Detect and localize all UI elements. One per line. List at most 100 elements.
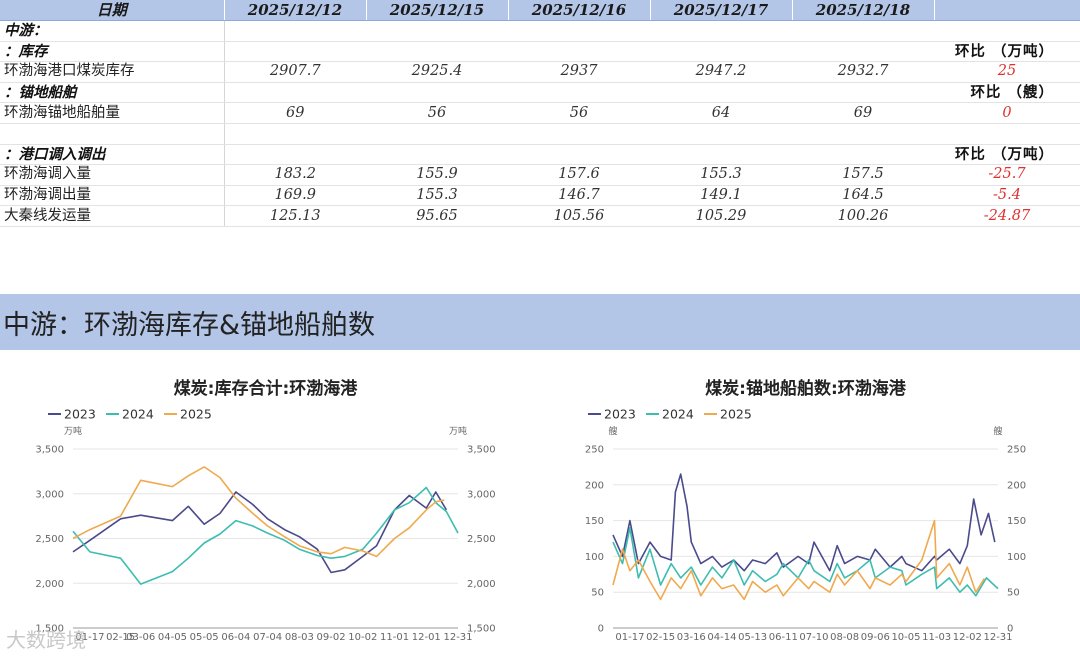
x-tick-label: 07-04 xyxy=(253,632,282,643)
table-row-section-main: 中游： xyxy=(0,20,1080,42)
x-tick-label: 12-31 xyxy=(443,632,472,643)
section-anchor-label: ：锚地船舶 xyxy=(0,82,225,104)
x-tick-label: 06-11 xyxy=(769,632,798,643)
legend-label: 2023 xyxy=(604,407,636,422)
x-tick-label: 04-05 xyxy=(158,632,187,643)
x-tick-label: 01-17 xyxy=(75,632,104,643)
y-tick-label-left: 250 xyxy=(585,445,604,456)
y-axis-unit-right: 艘 xyxy=(993,425,1002,437)
y-tick-label-left: 100 xyxy=(585,552,604,563)
x-tick-label: 12-02 xyxy=(953,632,982,643)
cell-value: 155.3 xyxy=(366,185,508,207)
x-tick-label: 08-08 xyxy=(830,632,859,643)
y-tick-label-left: 150 xyxy=(585,516,604,527)
header-date-5: 2025/12/18 xyxy=(792,0,935,21)
cell-value: 105.29 xyxy=(650,205,792,227)
series-line-2023 xyxy=(72,491,448,574)
table-row-out: 环渤海调出量 169.9 155.3 146.7 149.1 164.5 -5.… xyxy=(0,185,1080,207)
table-row-anchor: 环渤海锚地船舶量 69 56 56 64 69 0 xyxy=(0,102,1080,124)
y-tick-label-right: 3,000 xyxy=(467,489,496,500)
inventory-chart-svg: 煤炭:库存合计:环渤海港2023 2024 2025万吨 万吨1,500 1,5002,… xyxy=(35,378,496,643)
y-tick-label-right: 2,000 xyxy=(467,579,496,590)
header-date-4: 2025/12/17 xyxy=(650,0,793,21)
coal-data-table: 日期 2025/12/12 2025/12/15 2025/12/16 2025… xyxy=(0,0,1080,227)
x-tick-label: 03-16 xyxy=(677,632,706,643)
cell-value: 69 xyxy=(224,102,366,124)
x-tick-label: 05-13 xyxy=(738,632,767,643)
y-tick-label-right: 150 xyxy=(1007,516,1026,527)
cell-value: 2932.7 xyxy=(792,61,934,83)
cell-value: 56 xyxy=(508,102,650,124)
y-tick-label-left: 1,500 xyxy=(35,624,64,635)
y-axis-unit-left: 万吨 xyxy=(64,425,82,437)
cell-change: 0 xyxy=(934,102,1080,124)
x-tick-label: 04-14 xyxy=(707,632,736,643)
unit-port: 环比 （万吨） xyxy=(224,144,1080,166)
y-tick-label-right: 2,500 xyxy=(467,534,496,545)
table-row-empty xyxy=(0,123,1080,145)
table-row-daqin: 大秦线发运量 125.13 95.65 105.56 105.29 100.26… xyxy=(0,205,1080,227)
y-tick-label-left: 2,500 xyxy=(35,534,64,545)
y-tick-label-left: 50 xyxy=(591,588,604,599)
y-axis-unit-right: 万吨 xyxy=(449,425,467,437)
chart-title: 煤炭:库存合计:环渤海港 xyxy=(174,378,359,399)
cell-value: 155.9 xyxy=(366,164,508,186)
cell-value: 157.6 xyxy=(508,164,650,186)
x-tick-label: 09-02 xyxy=(317,632,346,643)
header-date-1: 2025/12/12 xyxy=(224,0,367,21)
row-label: 环渤海调出量 xyxy=(0,185,225,207)
row-label: 环渤海锚地船舶量 xyxy=(0,102,225,124)
inventory-chart: 煤炭:库存合计:环渤海港 2023 2024 2025 万吨 万吨 1,500 1,500 2,… xyxy=(0,352,540,659)
cell-value: 146.7 xyxy=(508,185,650,207)
cell-value: 69 xyxy=(792,102,934,124)
x-tick-label: 05-05 xyxy=(190,632,219,643)
cell-value: 2937 xyxy=(508,61,650,83)
x-tick-label: 11-03 xyxy=(922,632,951,643)
legend-label: 2025 xyxy=(180,407,212,422)
banner-title: 中游：环渤海库存&锚地船舶数 xyxy=(3,310,376,341)
x-tick-label: 10-02 xyxy=(348,632,377,643)
y-tick-label-right: 3,500 xyxy=(467,445,496,456)
x-tick-label: 06-04 xyxy=(221,632,250,643)
table-row-section-inventory: ：库存 环比 （万吨） xyxy=(0,41,1080,63)
cell-value: 64 xyxy=(650,102,792,124)
cell-change: -24.87 xyxy=(934,205,1080,227)
y-tick-label-left: 200 xyxy=(585,480,604,491)
cell-value: 2907.7 xyxy=(224,61,366,83)
unit-inventory: 环比 （万吨） xyxy=(224,41,1080,63)
legend-label: 2025 xyxy=(720,407,752,422)
legend-label: 2024 xyxy=(122,407,154,422)
x-tick-label: 08-03 xyxy=(285,632,314,643)
x-tick-label: 12-31 xyxy=(983,632,1012,643)
legend-label: 2024 xyxy=(662,407,694,422)
y-tick-label-left: 0 xyxy=(598,624,604,635)
cell-value: 125.13 xyxy=(224,205,366,227)
x-tick-label: 01-17 xyxy=(615,632,644,643)
series-line-2025 xyxy=(612,519,985,601)
cell-value: 2925.4 xyxy=(366,61,508,83)
header-date-3: 2025/12/16 xyxy=(508,0,651,21)
cell-value: 56 xyxy=(366,102,508,124)
x-tick-label: 07-10 xyxy=(799,632,828,643)
y-tick-label-right: 50 xyxy=(1007,588,1020,599)
cell-value: 100.26 xyxy=(792,205,934,227)
y-tick-label-right: 250 xyxy=(1007,445,1026,456)
section-main-label: 中游： xyxy=(0,20,225,42)
y-tick-label-right: 100 xyxy=(1007,552,1026,563)
cell-value: 157.5 xyxy=(792,164,934,186)
cell-value: 95.65 xyxy=(366,205,508,227)
anchorage-chart: 煤炭:锚地船舶数:环渤海港 2023 2024 2025 艘艘 0 0 50 50 100 100 1… xyxy=(540,352,1080,659)
table-row-inventory: 环渤海港口煤炭库存 2907.7 2925.4 2937 2947.2 2932… xyxy=(0,61,1080,83)
cell-value: 183.2 xyxy=(224,164,366,186)
cell-value: 2947.2 xyxy=(650,61,792,83)
table-row-section-port: ：港口调入调出 环比 （万吨） xyxy=(0,144,1080,166)
header-date-label: 日期 xyxy=(0,0,225,21)
cell-change: 25 xyxy=(934,61,1080,83)
cell-value: 149.1 xyxy=(650,185,792,207)
cell-value: 105.56 xyxy=(508,205,650,227)
row-label: 环渤海港口煤炭库存 xyxy=(0,61,225,83)
legend-label: 2023 xyxy=(64,407,96,422)
x-tick-label: 10-05 xyxy=(891,632,920,643)
chart-title: 煤炭:锚地船舶数:环渤海港 xyxy=(705,378,907,399)
x-tick-label: 11-01 xyxy=(380,632,409,643)
